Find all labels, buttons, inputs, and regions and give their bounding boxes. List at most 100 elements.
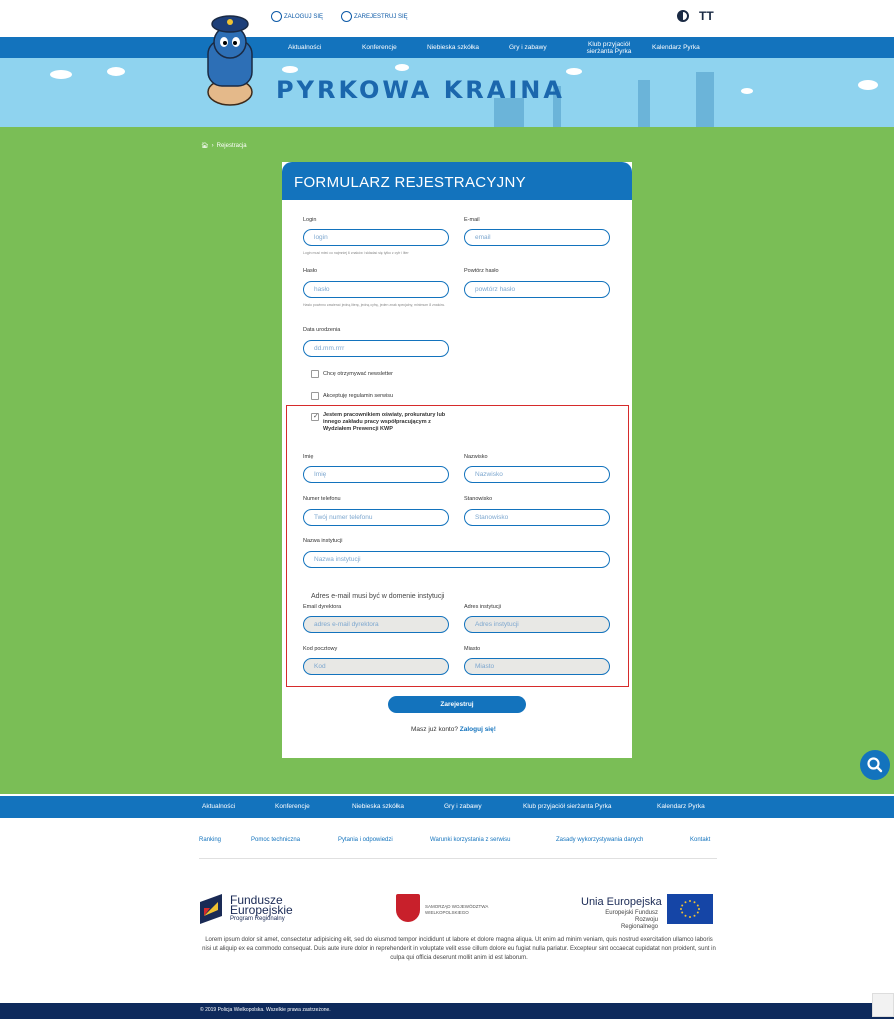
have-account-label: Masz już konto?	[411, 726, 458, 733]
login-input[interactable]: login	[303, 229, 449, 246]
terms-checkbox[interactable]	[311, 392, 319, 400]
nav-item-konferencje[interactable]: Konferencje	[362, 37, 397, 58]
lock-icon	[271, 11, 282, 22]
newsletter-checkbox[interactable]	[311, 370, 319, 378]
footer-nav-konferencje[interactable]: Konferencje	[275, 796, 310, 818]
director-email-label: Email dyrektora	[303, 604, 342, 610]
login-label: Login	[303, 217, 317, 223]
card-header: FORMULARZ REJESTRACYJNY	[282, 162, 632, 200]
mascot-image	[207, 15, 253, 106]
firstname-input[interactable]: Imię	[303, 466, 449, 483]
footer-description: Lorem ipsum dolor sit amet, consectetur …	[202, 937, 716, 961]
repeat-password-label: Powtórz hasło	[464, 268, 499, 274]
nav-item-aktualnosci[interactable]: Aktualności	[288, 37, 321, 58]
copyright-bar: © 2019 Policja Wielkopolska. Wszelkie pr…	[0, 1003, 894, 1019]
banner-title: PYRKOWA KRAINA	[276, 76, 565, 104]
accessibility-tools: TT	[677, 9, 714, 23]
footer-link-zasady[interactable]: Zasady wykorzystywania danych	[556, 837, 643, 843]
staff-label: Jestem pracownikiem oświaty, prokuratury…	[323, 412, 446, 432]
recaptcha-badge[interactable]	[872, 993, 894, 1017]
fe-title: Fundusze Europejskie	[230, 893, 293, 917]
ue-title: Unia Europejska	[581, 896, 662, 908]
nav-item-gry-i-zabawy[interactable]: Gry i zabawy	[509, 37, 547, 58]
footer-nav-klub[interactable]: Klub przyjaciół sierżanta Pyrka	[523, 796, 612, 818]
breadcrumb-current: Rejestracja	[216, 142, 247, 149]
newsletter-label: Chcę otrzymywać newsletter	[323, 371, 393, 377]
footer-nav: Aktualności Konferencje Niebieska szkółk…	[0, 796, 894, 818]
footer-link-warunki[interactable]: Warunki korzystania z serwisu	[430, 837, 510, 843]
footer-nav-aktualnosci[interactable]: Aktualności	[202, 796, 235, 818]
wielkopolska-text: SAMORZĄD WOJEWÓDZTWA WIELKOPOLSKIEGO	[425, 904, 489, 915]
register-button[interactable]: Zarejestruj	[388, 696, 526, 713]
firstname-label: Imię	[303, 454, 314, 460]
home-icon[interactable]: 🏠︎	[201, 142, 209, 149]
staff-checkbox[interactable]	[311, 412, 319, 421]
director-email-input[interactable]: adres e-mail dyrektora	[303, 616, 449, 633]
institution-address-input[interactable]: Adres instytucji	[464, 616, 610, 633]
city-label: Miasto	[464, 646, 481, 652]
institution-label: Nazwa instytucji	[303, 538, 343, 544]
position-label: Stanowisko	[464, 496, 493, 502]
nav-item-niebieska-szkolka[interactable]: Niebieska szkółka	[427, 37, 479, 58]
institution-input[interactable]: Nazwa instytucji	[303, 551, 610, 568]
search-icon	[867, 757, 883, 773]
login-hint: Login musi mieć co najmniej 6 znaków i s…	[303, 251, 409, 255]
position-input[interactable]: Stanowisko	[464, 509, 610, 526]
cloud	[50, 70, 72, 79]
login-link-bottom[interactable]: Zaloguj się!	[460, 726, 496, 733]
footer-nav-niebieska-szkolka[interactable]: Niebieska szkółka	[352, 796, 404, 818]
password-input[interactable]: hasło	[303, 281, 449, 298]
lastname-label: Nazwisko	[464, 454, 488, 460]
footer-nav-gry[interactable]: Gry i zabawy	[444, 796, 482, 818]
repeat-password-input[interactable]: powtórz hasło	[464, 281, 610, 298]
have-account-text: Masz już konto? Zaloguj się!	[411, 726, 496, 733]
postal-code-label: Kod pocztowy	[303, 646, 338, 652]
cloud	[858, 80, 878, 90]
birthdate-label: Data urodzenia	[303, 327, 341, 333]
chevron-right-icon: ›	[211, 142, 214, 149]
city-tower	[696, 72, 714, 127]
phone-label: Numer telefonu	[303, 496, 341, 502]
login-link-label: ZALOGUJ SIĘ	[284, 13, 324, 20]
cloud	[741, 88, 753, 94]
font-size-icon[interactable]: TT	[699, 9, 714, 23]
copyright-text: © 2019 Policja Wielkopolska. Wszelkie pr…	[200, 1007, 331, 1013]
register-link[interactable]: ZAREJESTRUJ SIĘ	[341, 11, 408, 22]
city-tower	[638, 80, 650, 127]
contrast-icon[interactable]	[677, 10, 689, 22]
ue-subtitle: Europejski Fundusz Rozwoju Regionalnego	[605, 910, 658, 930]
footer-nav-kalendarz[interactable]: Kalendarz Pyrka	[657, 796, 705, 818]
nav-item-kalendarz[interactable]: Kalendarz Pyrka	[652, 37, 700, 58]
breadcrumb: 🏠︎ › Rejestracja	[201, 142, 247, 150]
footer-link-pomoc[interactable]: Pomoc techniczna	[251, 837, 300, 843]
password-hint: Hasło powinno zawierać jedną literę, jed…	[303, 303, 445, 307]
login-link[interactable]: ZALOGUJ SIĘ	[271, 11, 323, 22]
eu-flag-icon	[667, 894, 713, 924]
password-label: Hasło	[303, 268, 318, 274]
form-title: FORMULARZ REJESTRACYJNY	[294, 174, 526, 191]
search-button[interactable]	[860, 750, 890, 780]
cloud	[282, 66, 298, 73]
birthdate-input[interactable]: dd.mm.rrrr	[303, 340, 449, 357]
email-label: E-mail	[464, 217, 480, 223]
fe-flag-icon	[200, 894, 222, 924]
cloud	[107, 67, 125, 76]
email-input[interactable]: email	[464, 229, 610, 246]
institution-address-label: Adres instytucji	[464, 604, 501, 610]
postal-code-input[interactable]: Kod	[303, 658, 449, 675]
eagle-crest-icon	[396, 894, 420, 922]
register-link-label: ZAREJESTRUJ SIĘ	[354, 13, 408, 20]
institution-section-frame	[286, 405, 629, 687]
cloud	[395, 64, 409, 71]
footer-link-pytania[interactable]: Pytania i odpowiedzi	[338, 837, 393, 843]
main-nav: Aktualności Konferencje Niebieska szkółk…	[0, 37, 894, 58]
fe-subtitle: Program Regionalny	[230, 916, 285, 922]
phone-input[interactable]: Twój numer telefonu	[303, 509, 449, 526]
banner: PYRKOWA KRAINA	[0, 58, 894, 127]
cloud	[566, 68, 582, 75]
city-input[interactable]: Miasto	[464, 658, 610, 675]
footer-link-kontakt[interactable]: Kontakt	[690, 837, 710, 843]
lastname-input[interactable]: Nazwisko	[464, 466, 610, 483]
footer-link-ranking[interactable]: Ranking	[199, 837, 221, 843]
domain-note: Adres e-mail musi być w domenie instytuc…	[311, 593, 445, 600]
